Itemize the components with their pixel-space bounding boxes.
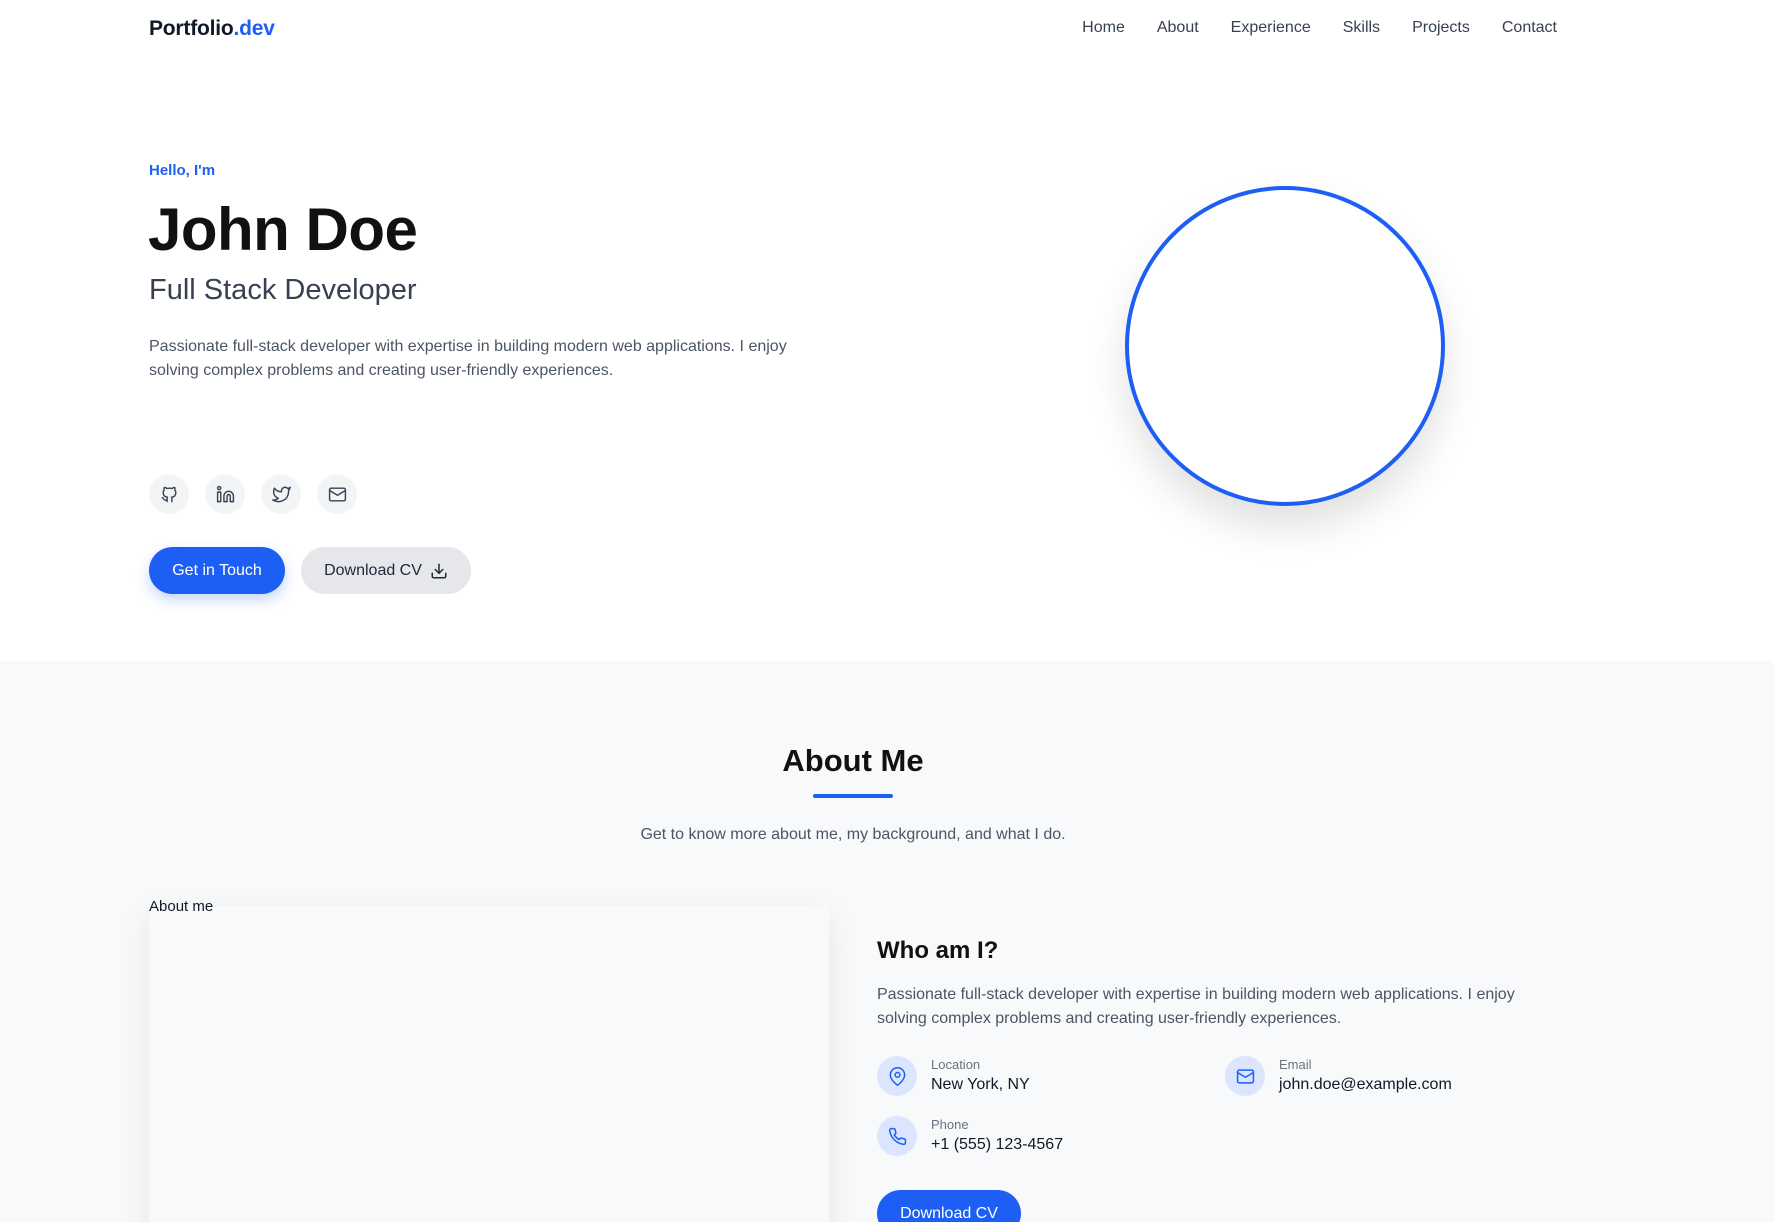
email-value: john.doe@example.com xyxy=(1279,1076,1452,1093)
nav-link-projects[interactable]: Projects xyxy=(1412,19,1470,37)
about-download-cv-button[interactable]: Download CV xyxy=(877,1190,1021,1222)
hero-section: Hello, I'm John Doe Full Stack Developer… xyxy=(0,60,1774,661)
social-links xyxy=(149,474,357,514)
brand-name: Portfolio xyxy=(149,17,234,40)
top-navbar: Portfolio.dev Home About Experience Skil… xyxy=(0,0,1774,60)
brand-logo[interactable]: Portfolio.dev xyxy=(149,17,275,41)
location-info: Location New York, NY xyxy=(877,1056,1030,1096)
mail-icon xyxy=(1225,1056,1265,1096)
who-am-i-heading: Who am I? xyxy=(877,937,999,964)
email-label: Email xyxy=(1279,1057,1312,1072)
phone-icon xyxy=(877,1116,917,1156)
profile-avatar xyxy=(1125,186,1445,506)
download-cv-label: Download CV xyxy=(324,561,422,579)
about-section: About Me Get to know more about me, my b… xyxy=(0,661,1774,1222)
map-pin-icon xyxy=(877,1056,917,1096)
hero-name: John Doe xyxy=(148,196,418,263)
nav-link-experience[interactable]: Experience xyxy=(1231,19,1311,37)
about-title: About Me xyxy=(782,743,924,778)
hero-bio: Passionate full-stack developer with exp… xyxy=(149,338,787,379)
linkedin-icon[interactable] xyxy=(205,474,245,514)
phone-info: Phone +1 (555) 123-4567 xyxy=(877,1116,1063,1156)
github-icon[interactable] xyxy=(149,474,189,514)
nav-link-home[interactable]: Home xyxy=(1082,19,1125,37)
phone-value: +1 (555) 123-4567 xyxy=(931,1136,1064,1153)
about-image xyxy=(149,906,829,1222)
about-subtitle: Get to know more about me, my background… xyxy=(640,826,1066,843)
download-cv-button[interactable]: Download CV xyxy=(301,547,471,594)
hero-greeting: Hello, I'm xyxy=(149,162,216,179)
twitter-icon[interactable] xyxy=(261,474,301,514)
brand-tld: .dev xyxy=(233,17,275,40)
about-image-alt: About me xyxy=(149,898,214,915)
hero-role: Full Stack Developer xyxy=(149,274,417,306)
nav-link-contact[interactable]: Contact xyxy=(1502,19,1557,37)
nav-link-skills[interactable]: Skills xyxy=(1343,19,1380,37)
email-info: Email john.doe@example.com xyxy=(1225,1056,1452,1096)
location-label: Location xyxy=(931,1057,981,1072)
location-value: New York, NY xyxy=(931,1076,1030,1093)
title-underline xyxy=(813,794,893,798)
get-in-touch-button[interactable]: Get in Touch xyxy=(149,547,285,594)
download-icon xyxy=(431,563,447,578)
nav-links: Home About Experience Skills Projects Co… xyxy=(1082,19,1557,37)
phone-label: Phone xyxy=(931,1117,969,1132)
nav-link-about[interactable]: About xyxy=(1157,19,1199,37)
who-am-i-text: Passionate full-stack developer with exp… xyxy=(877,986,1515,1027)
mail-icon[interactable] xyxy=(317,474,357,514)
